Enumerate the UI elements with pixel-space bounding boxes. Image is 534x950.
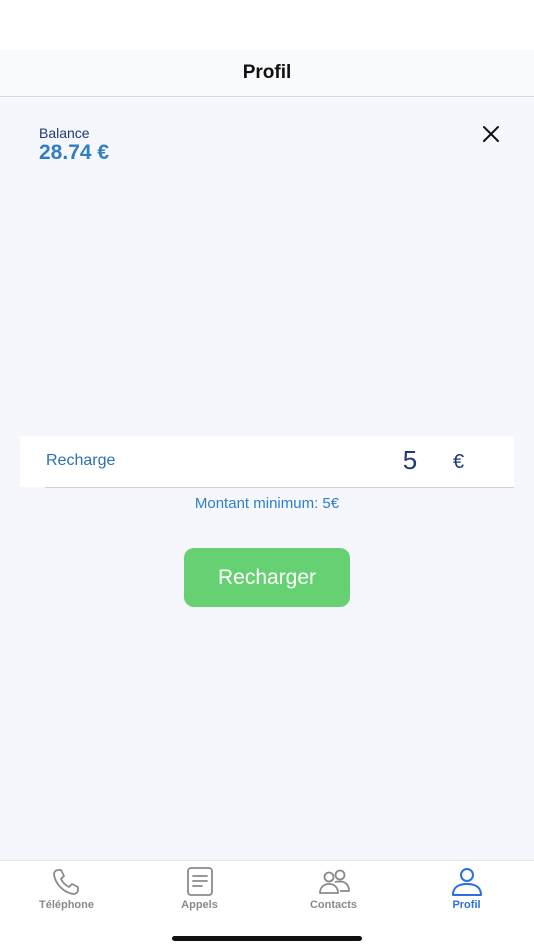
call-log-icon — [186, 867, 213, 896]
tab-label-appels: Appels — [181, 899, 218, 911]
tab-label-contacts: Contacts — [309, 899, 358, 911]
recharge-label: Recharge — [46, 452, 116, 469]
recharge-amount-input[interactable] — [380, 444, 440, 476]
balance-value: 28.74 € — [39, 141, 110, 164]
tab-appels[interactable]: Appels — [133, 861, 266, 921]
home-indicator — [172, 936, 362, 941]
phone-icon — [52, 869, 79, 895]
tab-telephone[interactable]: Téléphone — [0, 861, 133, 921]
contacts-icon — [318, 869, 350, 894]
profile-icon — [451, 868, 482, 896]
profile-content: Balance 28.74 € Recharge € Montant minim… — [0, 97, 534, 860]
close-icon — [483, 126, 499, 142]
navigation-bar: Profil — [0, 50, 534, 97]
minimum-amount-note: Montant minimum: 5€ — [194, 495, 340, 512]
tab-profil[interactable]: Profil — [400, 861, 533, 921]
status-bar — [0, 0, 534, 50]
recharge-row: Recharge € — [20, 436, 514, 487]
tab-label-profil: Profil — [452, 899, 481, 911]
close-button[interactable] — [480, 123, 502, 145]
tab-label-telephone: Téléphone — [38, 899, 94, 911]
balance-label: Balance — [39, 125, 90, 141]
currency-symbol: € — [453, 451, 465, 473]
recharge-button[interactable]: Recharger — [184, 548, 350, 607]
page-title: Profil — [242, 62, 292, 83]
recharge-underline — [45, 487, 514, 488]
tab-contacts[interactable]: Contacts — [267, 861, 400, 921]
